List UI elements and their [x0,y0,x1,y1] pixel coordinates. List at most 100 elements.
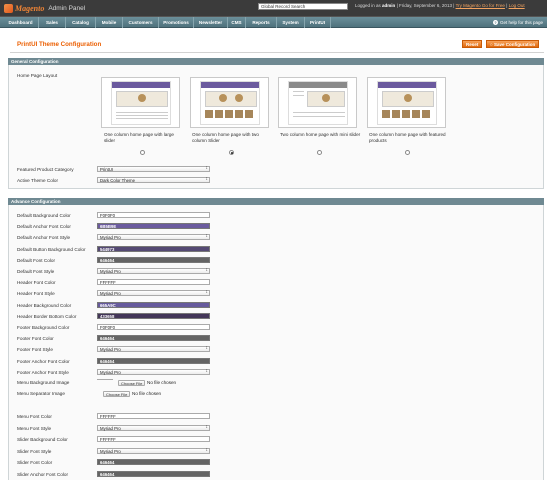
header-border-bottom-color-input[interactable]: 433658 [97,312,210,319]
home-layout-label: Home Page Layout [17,73,58,78]
slider-font-color-label: Slider Font Color [17,460,53,465]
slider-font-style-label: Slider Font Style [17,448,52,454]
layout-radio-featured-products[interactable] [405,150,410,155]
nav-dashboard[interactable]: Dashboard [3,17,39,28]
menu-background-file-status: No file chosen [147,380,177,385]
magento-logo[interactable]: Magento Admin Panel [4,3,85,14]
featured-category-select[interactable]: PrintUI [97,166,210,172]
layout-radio-mini-slider[interactable] [317,150,322,155]
help-link[interactable]: ? Get help for this page [492,17,543,28]
header-font-style-label: Header Font Style [17,291,55,297]
default-anchor-font-color-label: Default Anchor Font Color [17,224,71,230]
default-anchor-font-style-select[interactable]: Myriad Pro [97,234,210,241]
page-title: PrintUI Theme Configuration [17,41,102,48]
header-border-bottom-color-label: Header Border Bottom Color [17,313,77,319]
nav-sales[interactable]: Sales [39,17,66,28]
slider-font-style-select[interactable]: Myriad Pro [97,447,210,454]
layout-thumbnail-large-slider[interactable] [101,77,180,128]
general-configuration-header[interactable]: General Configuration [8,58,544,65]
default-anchor-font-color-input[interactable]: 6B5B9E [97,223,210,230]
default-button-background-color-label: Default Button Background Color [17,246,86,252]
logged-in-prefix: Logged in as [355,3,381,8]
layout-caption-mini-slider: Two column home page with mini slider [280,132,361,137]
logout-link[interactable]: Log Out [509,3,525,8]
brand-subtitle: Admin Panel [48,5,86,12]
title-divider [10,52,544,53]
header-font-style-select[interactable]: Myriad Pro [97,290,210,297]
menu-background-image-label: Menu Background Image [17,380,70,385]
default-anchor-font-style-label: Default Anchor Font Style [17,235,71,241]
layout-caption-featured-products: One column home page with featured produ… [369,132,446,143]
header-background-color-label: Header Background Color [17,302,72,308]
help-label: Get help for this page [499,20,543,25]
admin-header: Magento Admin Panel Global Record Search… [0,0,547,17]
save-label: Save Configuration [493,42,536,47]
default-background-color-label: Default Background Color [17,213,71,218]
reset-button[interactable]: Reset [462,40,483,48]
slider-anchor-font-color-label: Slider Anchor Font Color [17,471,69,477]
menu-background-choose-file-button[interactable]: Choose File [118,380,146,386]
footer-font-color-input[interactable]: 646464 [97,335,210,342]
main-nav: Dashboard Sales Catalog Mobile Customers… [0,17,547,28]
default-font-color-input[interactable]: 646464 [97,256,210,263]
footer-anchor-font-color-label: Footer Anchor Font Color [17,358,70,364]
footer-anchor-font-color-input[interactable]: 646464 [97,357,210,364]
global-search-input[interactable]: Global Record Search [258,3,348,10]
nav-mobile[interactable]: Mobile [96,17,123,28]
header-background-color-input[interactable]: 665A9C [97,301,210,308]
layout-radio-two-column-slider[interactable] [229,150,234,155]
username: admin [382,3,396,8]
layout-caption-large-slider: One column home page with large slider [104,132,174,143]
layout-thumbnail-two-column-slider[interactable] [190,77,269,128]
try-magento-go-link[interactable]: Try Magento Go for Free [456,3,505,8]
layout-caption-two-column-slider: One column home page with two column Sli… [192,132,259,143]
default-font-style-select[interactable]: Myriad Pro [97,268,210,274]
nav-newsletter[interactable]: Newsletter [194,17,228,28]
menu-font-color-label: Menu Font Color [17,414,52,419]
menu-font-style-select[interactable]: Myriad Pro [97,424,210,431]
theme-color-label: Active Theme Color [17,178,59,183]
footer-background-color-input[interactable]: F0F0F0 [97,324,210,330]
menu-separator-choose-file-button[interactable]: Choose File [103,391,131,397]
menu-font-color-input[interactable]: FFFFFF [97,413,210,419]
save-configuration-button[interactable]: ○ Save Configuration [486,40,540,48]
footer-anchor-font-style-select[interactable]: Myriad Pro [97,368,210,375]
footer-font-style-label: Footer Font Style [17,347,53,353]
nav-cms[interactable]: CMS [228,17,246,28]
footer-font-style-select[interactable]: Myriad Pro [97,346,210,353]
theme-color-select[interactable]: Dark Color Theme [97,177,210,183]
menu-font-style-label: Menu Font Style [17,425,52,431]
nav-reports[interactable]: Reports [246,17,277,28]
nav-printui[interactable]: PrintUI [305,17,331,28]
nav-promotions[interactable]: Promotions [159,17,194,28]
default-background-color-input[interactable]: F0F0F0 [97,212,210,218]
default-font-color-label: Default Font Color [17,257,56,263]
default-button-background-color-input[interactable]: 544973 [97,245,210,252]
layout-radio-large-slider[interactable] [140,150,145,155]
default-font-style-label: Default Font Style [17,269,55,274]
layout-preview-image [377,81,437,125]
magento-logo-icon [4,4,13,13]
slider-anchor-font-color-input[interactable]: 646464 [97,470,210,477]
layout-thumbnail-mini-slider[interactable] [278,77,357,128]
footer-background-color-label: Footer Background Color [17,325,70,330]
nav-customers[interactable]: Customers [123,17,159,28]
current-date: Friday, September 6, 2013 [399,3,452,8]
footer-anchor-font-style-label: Footer Anchor Font Style [17,369,69,375]
help-circle-icon: ? [492,20,498,25]
footer-font-color-label: Footer Font Color [17,336,54,342]
layout-preview-image [288,81,348,125]
general-configuration-body [8,65,544,189]
advance-configuration-header[interactable]: Advance Configuration [8,198,544,205]
layout-thumbnail-featured-products[interactable] [367,77,446,128]
header-font-color-input[interactable]: FFFFFF [97,279,210,286]
nav-system[interactable]: System [277,17,305,28]
nav-catalog[interactable]: Catalog [66,17,96,28]
slider-background-color-input[interactable]: FFFFFF [97,436,210,442]
layout-preview-image [111,81,171,125]
featured-category-label: Featured Product Category [17,167,74,172]
menu-separator-file-status: No file chosen [132,391,162,396]
advance-configuration-body [8,205,544,480]
slider-font-color-input[interactable]: 646464 [97,459,210,465]
header-font-color-label: Header Font Color [17,280,56,286]
